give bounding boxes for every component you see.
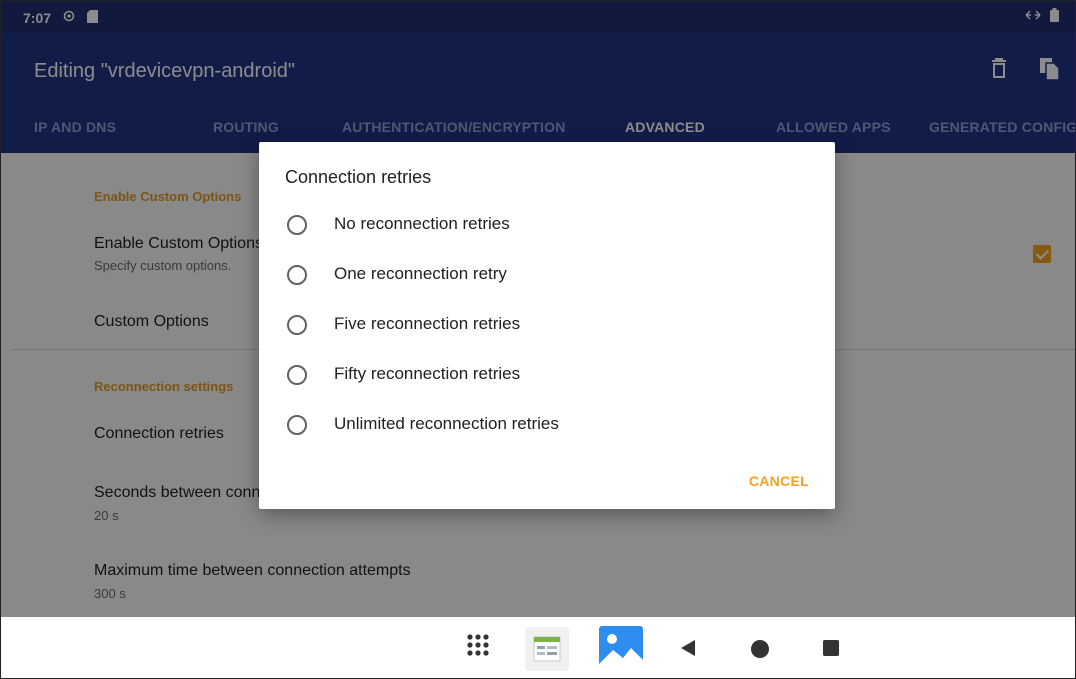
app-drawer-icon[interactable] [466, 633, 494, 666]
screen: 7:07 Editing "vrdevicevpn-android" IP AN… [0, 0, 1076, 679]
option-fifty-retries[interactable]: Fifty reconnection retries [259, 350, 835, 400]
navigation-bar [1, 617, 1075, 678]
gallery-app-icon[interactable] [599, 626, 643, 675]
option-label: Fifty reconnection retries [334, 364, 521, 383]
connection-retries-dialog: Connection retries No reconnection retri… [259, 142, 835, 509]
back-icon[interactable] [679, 639, 697, 662]
radio-button[interactable] [287, 215, 307, 235]
option-label: No reconnection retries [334, 214, 510, 233]
radio-button[interactable] [287, 365, 307, 385]
sheets-app-icon[interactable] [525, 627, 569, 676]
recents-icon[interactable] [823, 640, 839, 661]
option-no-retries[interactable]: No reconnection retries [259, 200, 835, 250]
radio-button[interactable] [287, 265, 307, 285]
radio-button[interactable] [287, 415, 307, 435]
home-icon[interactable] [750, 639, 770, 664]
option-five-retries[interactable]: Five reconnection retries [259, 300, 835, 350]
option-label: One reconnection retry [334, 264, 507, 283]
cancel-button[interactable]: CANCEL [749, 473, 809, 489]
option-label: Five reconnection retries [334, 314, 521, 333]
dialog-title: Connection retries [285, 167, 432, 187]
option-unlimited-retries[interactable]: Unlimited reconnection retries [259, 400, 835, 450]
option-one-retry[interactable]: One reconnection retry [259, 250, 835, 300]
option-label: Unlimited reconnection retries [334, 414, 559, 433]
radio-button[interactable] [287, 315, 307, 335]
